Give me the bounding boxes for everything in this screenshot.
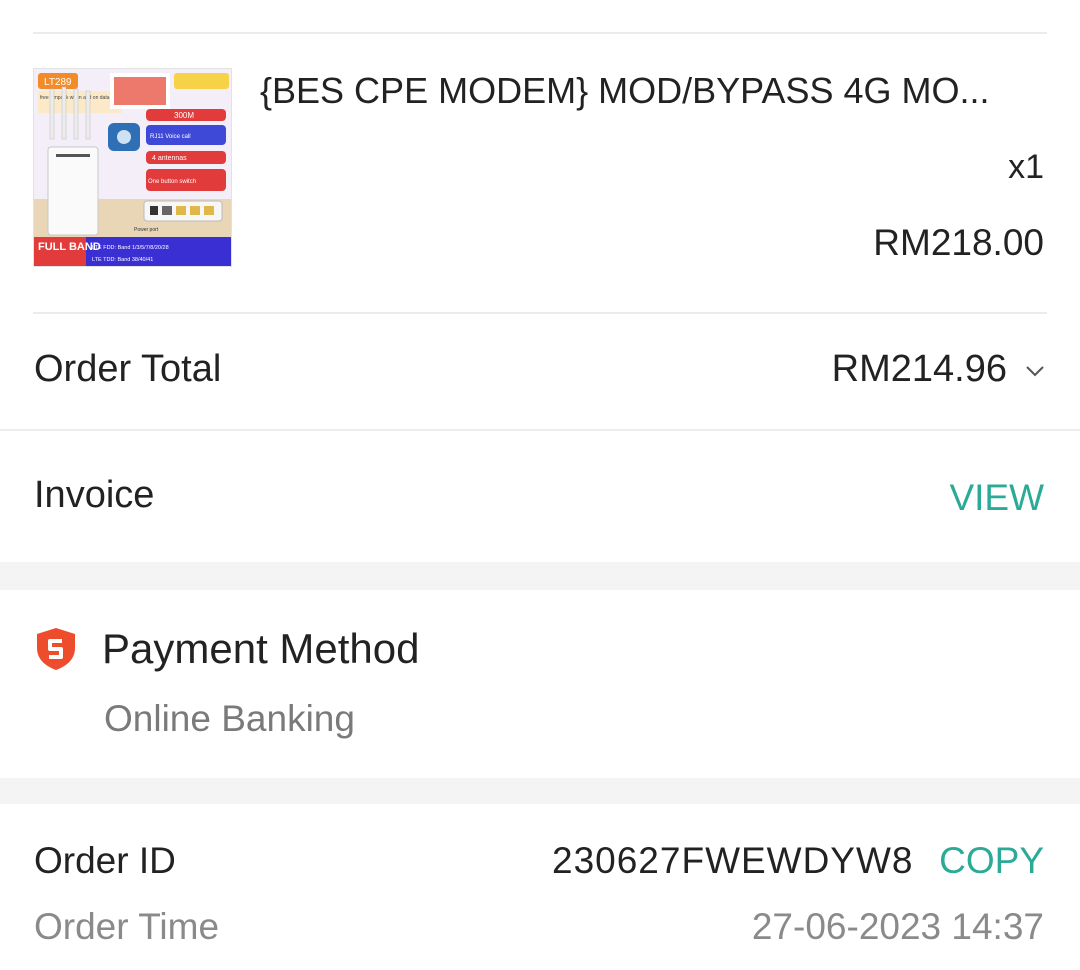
thumb-power-port: Power port — [134, 227, 159, 233]
product-divider — [33, 312, 1047, 314]
payment-method-title: Payment Method — [102, 625, 420, 672]
section-gap — [0, 562, 1080, 590]
thumb-lte-tdd: LTE TDD: Band 38/40/41 — [92, 257, 153, 263]
thumb-model-badge: LT289 — [44, 77, 72, 88]
product-name[interactable]: {BES CPE MODEM} MOD/BYPASS 4G MO... — [260, 70, 1050, 112]
thumb-speed: 300M — [174, 111, 194, 120]
order-time-value: 27-06-2023 14:37 — [751, 906, 1044, 947]
section-gap-2 — [0, 778, 1080, 804]
product-quantity: x1 — [1008, 148, 1044, 186]
order-id-label: Order ID — [34, 840, 176, 881]
product-thumbnail[interactable]: LT289 free simpack when add on data plan… — [33, 68, 232, 267]
shield-icon — [37, 628, 75, 670]
order-total-label: Order Total — [34, 348, 222, 390]
top-divider — [33, 32, 1047, 34]
product-price: RM218.00 — [873, 222, 1044, 263]
copy-order-id-button[interactable]: COPY — [939, 840, 1044, 882]
total-divider — [0, 429, 1080, 431]
thumb-voice: RJ11 Voice call — [150, 134, 191, 140]
order-total-value[interactable]: RM214.96 — [832, 348, 1007, 391]
invoice-label: Invoice — [34, 474, 155, 516]
payment-method-value: Online Banking — [104, 698, 355, 739]
thumb-lte-fdd: LTE FDD: Band 1/3/5/7/8/20/28 — [92, 245, 169, 251]
invoice-view-button[interactable]: VIEW — [949, 477, 1044, 519]
chevron-down-icon[interactable] — [1024, 360, 1046, 382]
thumb-antennas: 4 antennas — [152, 155, 187, 162]
order-time-label: Order Time — [34, 906, 220, 947]
thumb-switch: One button switch — [148, 179, 196, 185]
order-id-value: 230627FWEWDYW8 — [552, 840, 914, 881]
